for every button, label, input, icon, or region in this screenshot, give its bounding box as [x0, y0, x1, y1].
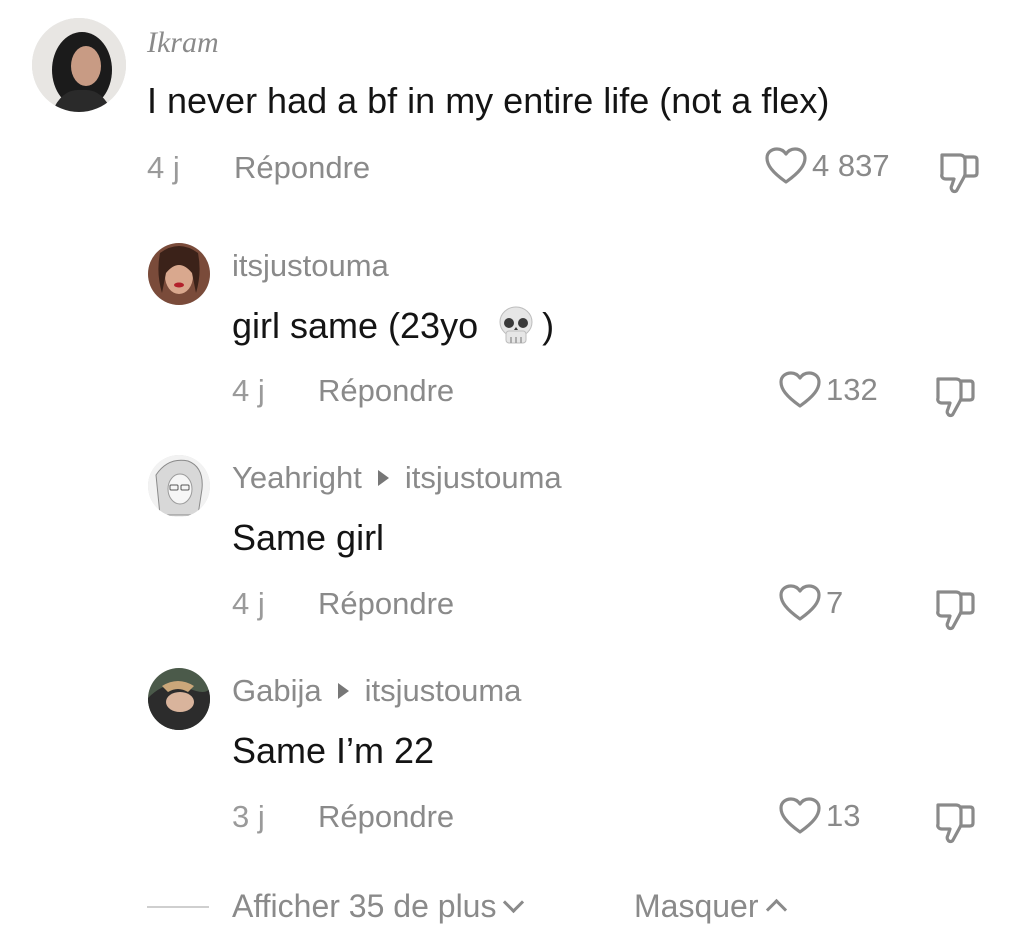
reply-to-username[interactable]: itsjustouma — [405, 460, 562, 496]
dislike-icon[interactable] — [932, 798, 980, 846]
dislike-icon[interactable] — [932, 585, 980, 633]
username: Yeahright itsjustouma — [232, 460, 562, 496]
like-count: 7 — [826, 585, 844, 620]
hide-button[interactable]: Masquer — [634, 888, 787, 925]
hide-label: Masquer — [634, 888, 759, 924]
comment-text-before: girl same (23yo — [232, 305, 479, 346]
avatar[interactable] — [148, 668, 210, 730]
username-text[interactable]: Yeahright — [232, 460, 362, 496]
heart-icon — [765, 147, 807, 184]
username-text[interactable]: Gabija — [232, 673, 322, 709]
comment-age: 4 j — [232, 373, 265, 408]
heart-icon — [779, 371, 821, 408]
like-count: 132 — [826, 372, 878, 407]
comment-text: Same I’m 22 — [232, 730, 435, 771]
heart-icon — [779, 797, 821, 834]
reply-button[interactable]: Répondre — [318, 799, 454, 835]
reply-button[interactable]: Répondre — [318, 373, 454, 409]
like-button[interactable]: 132 — [778, 370, 878, 410]
like-button[interactable]: 4 837 — [764, 146, 890, 186]
reply-button[interactable]: Répondre — [318, 586, 454, 622]
comment-age: 4 j — [232, 586, 265, 621]
dislike-icon[interactable] — [936, 148, 984, 196]
like-button[interactable]: 7 — [778, 583, 843, 623]
comment-age: 4 j — [147, 150, 180, 185]
comment-text: I never had a bf in my entire life (not … — [147, 80, 830, 121]
username: Gabija itsjustouma — [232, 673, 521, 709]
reply-arrow-icon — [377, 470, 389, 486]
username[interactable]: Ikram — [147, 26, 219, 60]
chevron-up-icon — [765, 898, 787, 921]
reply-button[interactable]: Répondre — [234, 150, 370, 186]
reply-arrow-icon — [337, 683, 349, 699]
comment-text: Same girl — [232, 517, 385, 558]
divider — [147, 906, 209, 908]
avatar[interactable] — [148, 455, 210, 517]
comment-text-after: ) — [542, 305, 555, 346]
comment-text: girl same (23yo ) — [232, 305, 554, 347]
comment-age: 3 j — [232, 799, 265, 834]
dislike-icon[interactable] — [932, 372, 980, 420]
like-count: 13 — [826, 798, 861, 833]
reply-to-username[interactable]: itsjustouma — [365, 673, 522, 709]
chevron-down-icon — [503, 891, 525, 914]
show-more-label: Afficher 35 de plus — [232, 888, 497, 924]
like-button[interactable]: 13 — [778, 796, 860, 836]
heart-icon — [779, 584, 821, 621]
username[interactable]: itsjustouma — [232, 248, 389, 284]
show-more-button[interactable]: Afficher 35 de plus — [232, 888, 525, 925]
avatar[interactable] — [148, 243, 210, 305]
avatar[interactable] — [32, 18, 126, 112]
skull-emoji-icon — [499, 306, 533, 344]
like-count: 4 837 — [812, 148, 890, 183]
